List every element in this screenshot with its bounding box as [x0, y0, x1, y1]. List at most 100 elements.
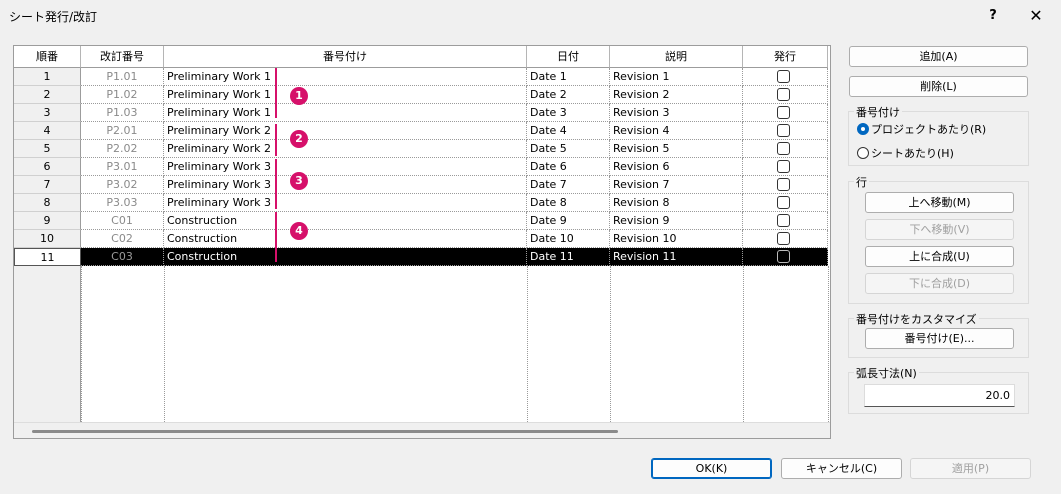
- issued-checkbox[interactable]: [777, 106, 790, 119]
- issued-checkbox[interactable]: [777, 250, 790, 263]
- date-cell[interactable]: Date 6: [527, 158, 610, 176]
- revision-number-cell[interactable]: P3.03: [81, 194, 164, 212]
- numbering-cell[interactable]: Construction: [164, 212, 527, 230]
- revision-number-cell[interactable]: P1.02: [81, 86, 164, 104]
- ok-button[interactable]: OK(K): [651, 458, 772, 479]
- table-row[interactable]: 9 C01 Construction Date 9 Revision 9: [14, 212, 830, 230]
- column-header-description[interactable]: 説明: [610, 46, 743, 68]
- issued-checkbox[interactable]: [777, 160, 790, 173]
- delete-button[interactable]: 削除(L): [849, 76, 1028, 97]
- column-header-revision-number[interactable]: 改訂番号: [81, 46, 164, 68]
- table-row[interactable]: 7 P3.02 Preliminary Work 3 Date 7 Revision 7: [14, 176, 830, 194]
- description-cell[interactable]: Revision 10: [610, 230, 743, 248]
- row-sequence-cell[interactable]: 3: [14, 104, 81, 122]
- description-cell[interactable]: Revision 3: [610, 104, 743, 122]
- row-sequence-cell[interactable]: 2: [14, 86, 81, 104]
- date-cell[interactable]: Date 5: [527, 140, 610, 158]
- row-sequence-cell[interactable]: 11: [14, 248, 81, 266]
- revision-number-cell[interactable]: P1.01: [81, 68, 164, 86]
- numbering-cell[interactable]: Construction: [164, 230, 527, 248]
- issued-checkbox[interactable]: [777, 196, 790, 209]
- horizontal-scrollbar[interactable]: [14, 422, 830, 438]
- issued-checkbox[interactable]: [777, 124, 790, 137]
- apply-button[interactable]: 適用(P): [910, 458, 1031, 479]
- description-cell[interactable]: Revision 9: [610, 212, 743, 230]
- date-cell[interactable]: Date 10: [527, 230, 610, 248]
- row-sequence-cell[interactable]: 5: [14, 140, 81, 158]
- numbering-cell[interactable]: Preliminary Work 1: [164, 104, 527, 122]
- arc-length-input[interactable]: 20.0: [864, 384, 1015, 407]
- description-cell[interactable]: Revision 4: [610, 122, 743, 140]
- date-cell[interactable]: Date 9: [527, 212, 610, 230]
- description-cell[interactable]: Revision 11: [610, 248, 743, 266]
- numbering-cell[interactable]: Preliminary Work 3: [164, 176, 527, 194]
- table-row[interactable]: 6 P3.01 Preliminary Work 3 Date 6 Revision 6: [14, 158, 830, 176]
- description-cell[interactable]: Revision 1: [610, 68, 743, 86]
- row-sequence-cell[interactable]: 6: [14, 158, 81, 176]
- date-cell[interactable]: Date 2: [527, 86, 610, 104]
- table-row[interactable]: 4 P2.01 Preliminary Work 2 Date 4 Revision 4: [14, 122, 830, 140]
- revision-number-cell[interactable]: C03: [81, 248, 164, 266]
- issued-checkbox[interactable]: [777, 70, 790, 83]
- description-cell[interactable]: Revision 7: [610, 176, 743, 194]
- issued-checkbox[interactable]: [777, 178, 790, 191]
- column-header-issued[interactable]: 発行: [743, 46, 828, 68]
- row-sequence-cell[interactable]: 8: [14, 194, 81, 212]
- revision-number-cell[interactable]: P2.02: [81, 140, 164, 158]
- scrollbar-thumb[interactable]: [32, 430, 618, 433]
- date-cell[interactable]: Date 11: [527, 248, 610, 266]
- table-row[interactable]: 2 P1.02 Preliminary Work 1 Date 2 Revision 2: [14, 86, 830, 104]
- close-button[interactable]: ✕: [1025, 5, 1047, 27]
- numbering-cell[interactable]: Preliminary Work 3: [164, 194, 527, 212]
- revision-number-cell[interactable]: C01: [81, 212, 164, 230]
- date-cell[interactable]: Date 7: [527, 176, 610, 194]
- description-cell[interactable]: Revision 6: [610, 158, 743, 176]
- cancel-button[interactable]: キャンセル(C): [781, 458, 902, 479]
- revision-number-cell[interactable]: P1.03: [81, 104, 164, 122]
- column-header-date[interactable]: 日付: [527, 46, 610, 68]
- add-button[interactable]: 追加(A): [849, 46, 1028, 67]
- issued-checkbox[interactable]: [777, 214, 790, 227]
- issued-checkbox[interactable]: [777, 88, 790, 101]
- description-cell[interactable]: Revision 8: [610, 194, 743, 212]
- numbering-cell[interactable]: Preliminary Work 2: [164, 122, 527, 140]
- move-up-button[interactable]: 上へ移動(M): [865, 192, 1014, 213]
- help-button[interactable]: ?: [983, 6, 1003, 26]
- row-sequence-cell[interactable]: 10: [14, 230, 81, 248]
- revision-number-cell[interactable]: P3.01: [81, 158, 164, 176]
- move-down-button[interactable]: 下へ移動(V): [865, 219, 1014, 240]
- merge-down-button[interactable]: 下に合成(D): [865, 273, 1014, 294]
- numbering-cell[interactable]: Preliminary Work 1: [164, 68, 527, 86]
- revision-number-cell[interactable]: P2.01: [81, 122, 164, 140]
- numbering-cell[interactable]: Preliminary Work 3: [164, 158, 527, 176]
- row-sequence-cell[interactable]: 1: [14, 68, 81, 86]
- row-sequence-cell[interactable]: 7: [14, 176, 81, 194]
- per-project-radio[interactable]: プロジェクトあたり(R): [857, 121, 986, 137]
- numbering-cell[interactable]: Preliminary Work 2: [164, 140, 527, 158]
- revision-number-cell[interactable]: C02: [81, 230, 164, 248]
- table-row[interactable]: 10 C02 Construction Date 10 Revision 10: [14, 230, 830, 248]
- issued-checkbox[interactable]: [777, 142, 790, 155]
- issued-checkbox[interactable]: [777, 232, 790, 245]
- table-row[interactable]: 5 P2.02 Preliminary Work 2 Date 5 Revision 5: [14, 140, 830, 158]
- revision-number-cell[interactable]: P3.02: [81, 176, 164, 194]
- row-sequence-cell[interactable]: 9: [14, 212, 81, 230]
- date-cell[interactable]: Date 3: [527, 104, 610, 122]
- numbering-cell[interactable]: Construction: [164, 248, 527, 266]
- row-sequence-cell[interactable]: 4: [14, 122, 81, 140]
- table-row[interactable]: 1 P1.01 Preliminary Work 1 Date 1 Revision 1: [14, 68, 830, 86]
- date-cell[interactable]: Date 4: [527, 122, 610, 140]
- per-sheet-radio[interactable]: シートあたり(H): [857, 145, 954, 161]
- column-header-numbering[interactable]: 番号付け: [164, 46, 527, 68]
- table-row[interactable]: 8 P3.03 Preliminary Work 3 Date 8 Revision 8: [14, 194, 830, 212]
- numbering-button[interactable]: 番号付け(E)...: [865, 328, 1014, 349]
- table-row[interactable]: 11 C03 Construction Date 11 Revision 11: [14, 248, 830, 266]
- date-cell[interactable]: Date 8: [527, 194, 610, 212]
- description-cell[interactable]: Revision 5: [610, 140, 743, 158]
- merge-up-button[interactable]: 上に合成(U): [865, 246, 1014, 267]
- table-row[interactable]: 3 P1.03 Preliminary Work 1 Date 3 Revision 3: [14, 104, 830, 122]
- date-cell[interactable]: Date 1: [527, 68, 610, 86]
- description-cell[interactable]: Revision 2: [610, 86, 743, 104]
- revision-table[interactable]: 順番 改訂番号 番号付け 日付 説明 発行 1 P1.01 Preliminary …: [13, 45, 831, 439]
- numbering-cell[interactable]: Preliminary Work 1: [164, 86, 527, 104]
